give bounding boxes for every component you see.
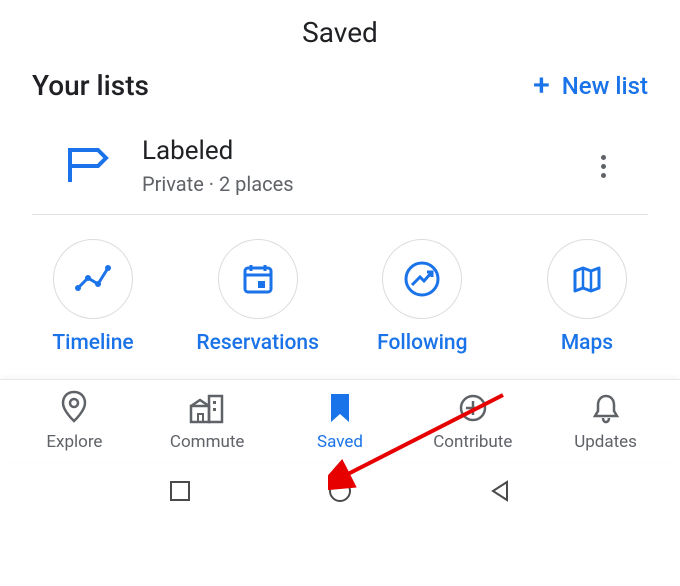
bookmark-icon — [327, 392, 353, 428]
system-overview-button[interactable] — [150, 473, 210, 513]
buildings-icon — [189, 392, 225, 428]
nav-explore[interactable]: Explore — [8, 390, 141, 452]
page-title: Saved — [0, 0, 680, 57]
new-list-label: New list — [562, 72, 648, 100]
shortcut-label: Following — [377, 331, 467, 355]
system-nav — [0, 462, 680, 516]
shortcut-maps[interactable]: Maps — [512, 239, 662, 355]
shortcut-label: Reservations — [196, 331, 318, 355]
pin-outline-icon — [59, 390, 89, 428]
nav-label: Updates — [574, 432, 637, 452]
timeline-icon — [53, 239, 133, 319]
nav-label: Saved — [317, 432, 363, 452]
more-vert-icon — [601, 155, 606, 160]
label-flag-icon — [64, 144, 112, 188]
shortcut-reservations[interactable]: Reservations — [183, 239, 333, 355]
map-icon — [547, 239, 627, 319]
shortcut-timeline[interactable]: Timeline — [18, 239, 168, 355]
new-list-button[interactable]: + New list — [533, 71, 648, 101]
list-name: Labeled — [142, 136, 591, 166]
plus-circle-icon — [457, 392, 489, 428]
shortcut-row: Timeline Reservations Following — [0, 215, 680, 379]
trend-icon — [382, 239, 462, 319]
shortcut-label: Maps — [561, 331, 613, 355]
shortcut-label: Timeline — [52, 331, 133, 355]
bell-icon — [591, 392, 621, 428]
list-item[interactable]: Labeled Private · 2 places — [32, 110, 648, 215]
nav-saved[interactable]: Saved — [274, 392, 407, 452]
bottom-nav: Explore Commute Saved — [0, 379, 680, 462]
nav-label: Explore — [46, 432, 102, 452]
list-info: Labeled Private · 2 places — [142, 136, 591, 196]
nav-label: Commute — [170, 432, 245, 452]
more-options-button[interactable] — [591, 145, 616, 188]
list-meta: Private · 2 places — [142, 172, 591, 196]
shortcut-following[interactable]: Following — [347, 239, 497, 355]
system-home-button[interactable] — [309, 472, 371, 514]
plus-icon: + — [533, 71, 550, 101]
your-lists-heading: Your lists — [32, 69, 149, 102]
calendar-icon — [218, 239, 298, 319]
lists-header: Your lists + New list — [0, 57, 680, 110]
nav-contribute[interactable]: Contribute — [406, 392, 539, 452]
system-back-button[interactable] — [470, 473, 530, 513]
nav-label: Contribute — [433, 432, 512, 452]
nav-commute[interactable]: Commute — [141, 392, 274, 452]
nav-updates[interactable]: Updates — [539, 392, 672, 452]
